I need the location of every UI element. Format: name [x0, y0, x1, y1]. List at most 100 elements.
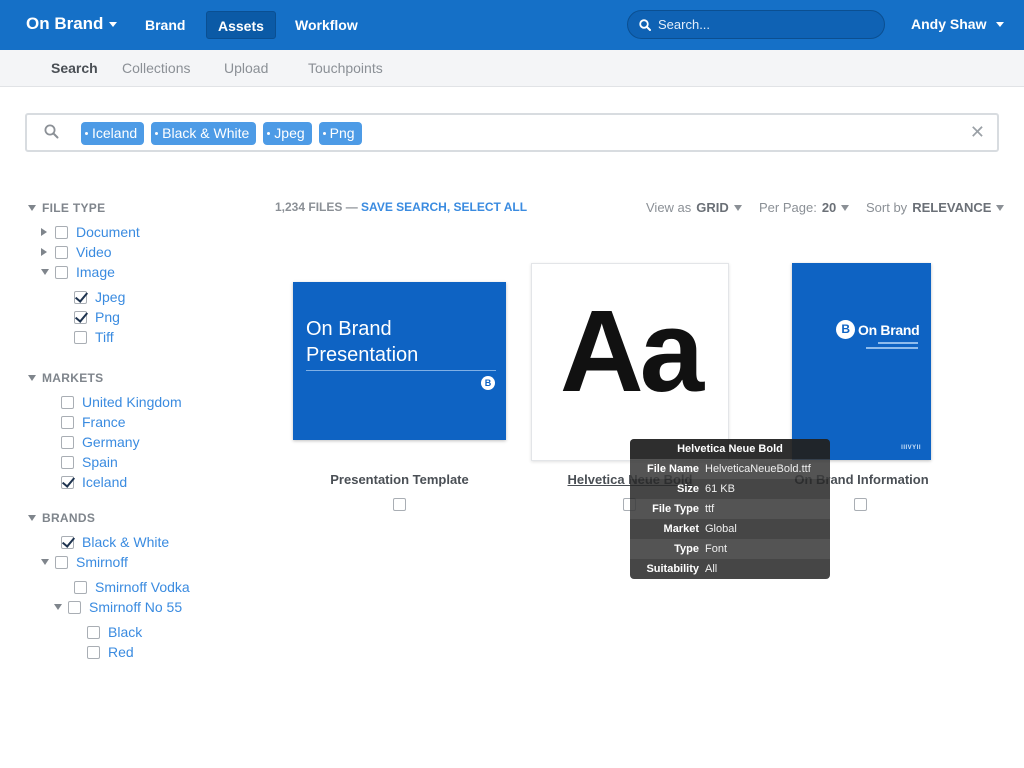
tooltip-key: Suitability [646, 563, 699, 575]
checkbox[interactable] [61, 535, 74, 549]
option-label: Iceland [82, 474, 128, 490]
tooltip-key: Market [663, 523, 699, 535]
brand-menu[interactable]: On Brand [26, 14, 118, 34]
results-count: 1,234 FILES — SAVE SEARCH, SELECT ALL [275, 200, 527, 214]
filter-option-germany[interactable]: Germany [61, 434, 140, 450]
checkbox[interactable] [87, 625, 100, 639]
tab-touchpoints[interactable]: Touchpoints [308, 60, 383, 76]
option-label: Spain [82, 454, 118, 470]
filter-option-image[interactable]: Image [41, 264, 115, 280]
search-icon [639, 18, 651, 31]
checkbox[interactable] [61, 415, 74, 429]
search-icon [44, 124, 59, 139]
checkbox[interactable] [74, 290, 87, 304]
tab-collections[interactable]: Collections [122, 60, 190, 76]
collapse-icon[interactable] [54, 604, 62, 610]
asset-thumbnail-font[interactable]: Aa [531, 263, 729, 461]
tab-search[interactable]: Search [51, 60, 98, 76]
checkbox[interactable] [55, 245, 68, 259]
asset-checkbox[interactable] [854, 498, 867, 511]
expand-icon[interactable] [41, 248, 47, 256]
sort-label: Sort by [866, 200, 908, 215]
option-label: Tiff [95, 329, 114, 345]
brand-logo-icon: B [481, 376, 495, 390]
asset-thumbnail-presentation[interactable]: On Brand Presentation B [293, 282, 506, 440]
sort-value: RELEVANCE [912, 200, 992, 215]
collapse-icon[interactable] [41, 269, 49, 275]
filter-option-smirnoff-no-55[interactable]: Smirnoff No 55 [54, 599, 182, 615]
collapse-icon[interactable] [41, 559, 49, 565]
asset-tooltip: Helvetica Neue Bold File Name HelveticaN… [630, 439, 830, 579]
tooltip-key: Size [676, 483, 699, 495]
checkbox[interactable] [61, 395, 74, 409]
filter-option-spain[interactable]: Spain [61, 454, 118, 470]
per-page-label: Per Page: [759, 200, 817, 215]
expand-icon[interactable] [41, 228, 47, 236]
checkbox[interactable] [74, 310, 87, 324]
filter-option-iceland[interactable]: Iceland [61, 474, 127, 490]
clear-icon[interactable]: ✕ [970, 123, 985, 141]
decorative-line [866, 347, 918, 349]
checkbox[interactable] [61, 455, 74, 469]
filter-option-document[interactable]: Document [41, 224, 140, 240]
filter-option-black[interactable]: Black [87, 624, 142, 640]
tooltip-value: Font [705, 543, 728, 555]
filter-option-tiff[interactable]: Tiff [74, 329, 114, 345]
filter-option-smirnoff-vodka[interactable]: Smirnoff Vodka [74, 579, 190, 595]
checkbox[interactable] [55, 225, 68, 239]
filter-option-jpeg[interactable]: Jpeg [74, 289, 125, 305]
checkbox[interactable] [61, 475, 74, 489]
sort-dropdown[interactable]: Sort by RELEVANCE [866, 200, 1005, 215]
checkbox[interactable] [55, 265, 68, 279]
tooltip-row: Size 61 KB [630, 479, 830, 499]
nav-assets[interactable]: Assets [206, 11, 276, 39]
filter-option-united-kingdom[interactable]: United Kingdom [61, 394, 182, 410]
select-all-link[interactable]: SELECT ALL [454, 200, 528, 214]
brand-logo-icon: B [836, 320, 855, 339]
font-preview: Aa [559, 286, 704, 416]
tooltip-value: Global [705, 523, 737, 535]
checkbox[interactable] [68, 600, 81, 614]
checkbox[interactable] [74, 580, 87, 594]
filter-option-red[interactable]: Red [87, 644, 134, 660]
asset-title[interactable]: Presentation Template [293, 472, 506, 487]
filter-tag[interactable]: Iceland [81, 122, 145, 145]
tab-upload[interactable]: Upload [224, 60, 268, 76]
nav-brand[interactable]: Brand [134, 11, 196, 39]
filter-option-black-white[interactable]: Black & White [61, 534, 169, 550]
option-label: Video [76, 244, 112, 260]
checkbox[interactable] [87, 645, 100, 659]
section-title: BRANDS [42, 511, 96, 525]
tooltip-value: ttf [705, 503, 715, 515]
filter-tag[interactable]: Png [318, 122, 362, 145]
view-as-dropdown[interactable]: View as GRID [646, 200, 742, 215]
checkbox[interactable] [55, 555, 68, 569]
filter-tag[interactable]: Jpeg [263, 122, 312, 145]
collapse-icon [28, 375, 36, 381]
filter-option-png[interactable]: Png [74, 309, 120, 325]
per-page-dropdown[interactable]: Per Page: 20 [759, 200, 850, 215]
section-title: FILE TYPE [42, 201, 106, 215]
filter-tag[interactable]: Black & White [151, 122, 257, 145]
filter-option-smirnoff[interactable]: Smirnoff [41, 554, 128, 570]
user-menu[interactable]: Andy Shaw [911, 16, 1005, 32]
section-markets[interactable]: MARKETS [28, 371, 103, 385]
tooltip-key: File Type [652, 503, 699, 515]
section-brands[interactable]: BRANDS [28, 511, 95, 525]
checkbox[interactable] [74, 330, 87, 344]
search-input[interactable] [658, 17, 868, 32]
nav-workflow[interactable]: Workflow [284, 11, 369, 39]
tooltip-row: Market Global [630, 519, 830, 539]
save-search-link[interactable]: SAVE SEARCH, [361, 200, 450, 214]
filter-bar[interactable]: Iceland Black & White Jpeg Png ✕ [25, 113, 999, 152]
filter-option-video[interactable]: Video [41, 244, 112, 260]
tooltip-title: Helvetica Neue Bold [630, 439, 830, 459]
asset-thumbnail-information[interactable]: B On Brand IIIVYII [792, 263, 931, 460]
option-label: Black [108, 624, 143, 640]
checkbox[interactable] [61, 435, 74, 449]
option-label: Image [76, 264, 115, 280]
per-page-value: 20 [821, 200, 837, 215]
filter-option-france[interactable]: France [61, 414, 126, 430]
asset-checkbox[interactable] [393, 498, 406, 511]
section-file-type[interactable]: FILE TYPE [28, 201, 105, 215]
